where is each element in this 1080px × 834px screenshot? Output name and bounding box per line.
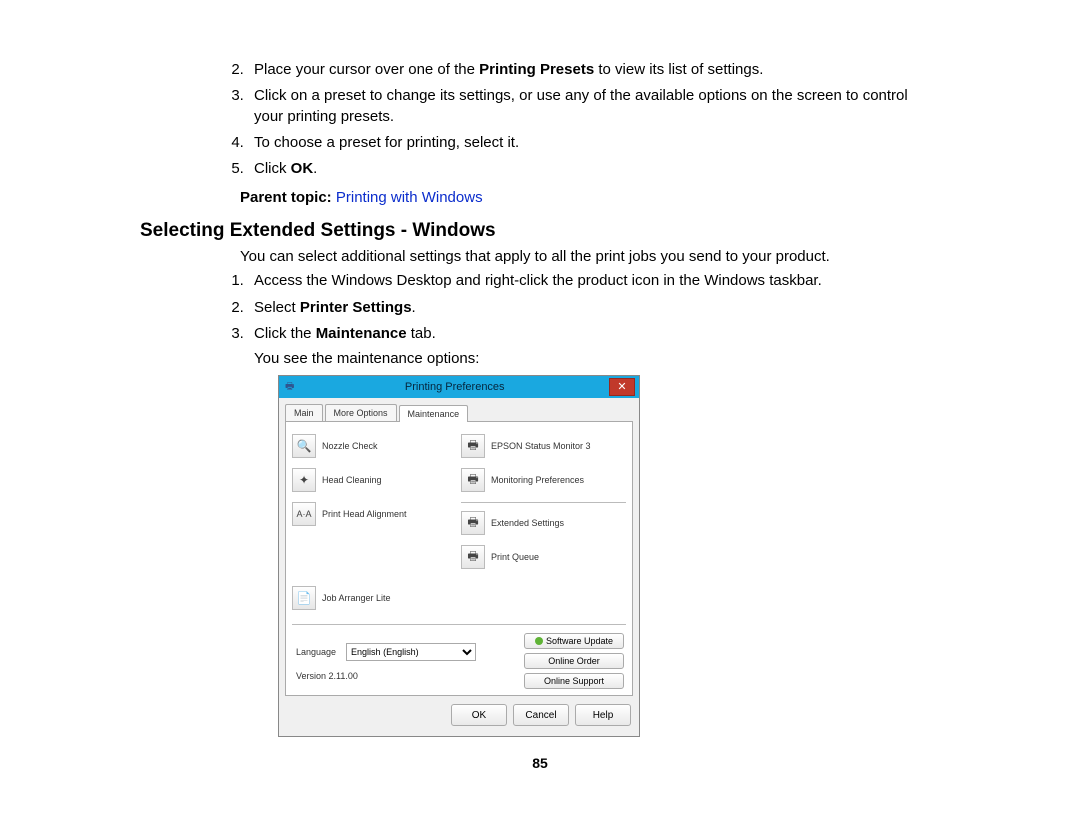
help-button[interactable]: Help xyxy=(575,704,631,726)
job-arranger-lite-button[interactable]: 📄Job Arranger Lite xyxy=(292,586,457,610)
dialog-footer: OK Cancel Help xyxy=(279,696,639,736)
document-icon: 📄 xyxy=(292,586,316,610)
online-support-button[interactable]: Online Support xyxy=(524,673,624,689)
magnifier-icon: 🔍 xyxy=(292,434,316,458)
parent-topic: Parent topic: Printing with Windows xyxy=(240,189,940,206)
tab-row: Main More Options Maintenance xyxy=(279,398,639,421)
parent-topic-link[interactable]: Printing with Windows xyxy=(336,189,483,206)
step-item: Click the Maintenance tab. xyxy=(248,324,940,344)
close-icon[interactable]: ✕ xyxy=(609,378,635,396)
language-select[interactable]: English (English) xyxy=(346,643,476,661)
dialog-titlebar: 🖶 Printing Preferences ✕ xyxy=(279,376,639,398)
printer-icon: 🖶 xyxy=(461,511,485,535)
tab-body: 🔍Nozzle Check ✦Head Cleaning A·APrint He… xyxy=(285,421,633,696)
sparkle-icon: ✦ xyxy=(292,468,316,492)
parent-topic-label: Parent topic: xyxy=(240,189,336,206)
print-queue-button[interactable]: 🖶Print Queue xyxy=(461,545,626,569)
app-icon: 🖶 xyxy=(285,379,294,396)
second-ordered-list: Access the Windows Desktop and right-cli… xyxy=(140,271,940,344)
printer-icon: 🖶 xyxy=(461,468,485,492)
step-item: Access the Windows Desktop and right-cli… xyxy=(248,271,940,291)
tab-maintenance[interactable]: Maintenance xyxy=(399,405,469,422)
printer-icon: 🖶 xyxy=(461,434,485,458)
step-item: Place your cursor over one of the Printi… xyxy=(248,60,940,80)
step-item: Click on a preset to change its settings… xyxy=(248,86,940,127)
tab-more-options[interactable]: More Options xyxy=(325,404,397,421)
extended-settings-button[interactable]: 🖶Extended Settings xyxy=(461,511,626,535)
dialog-title: Printing Preferences xyxy=(300,381,609,393)
printer-icon: 🖶 xyxy=(461,545,485,569)
divider xyxy=(292,624,626,625)
printing-preferences-dialog: 🖶 Printing Preferences ✕ Main More Optio… xyxy=(278,375,640,737)
software-update-button[interactable]: Software Update xyxy=(524,633,624,649)
step-item: Click OK. xyxy=(248,159,940,179)
update-icon xyxy=(535,637,543,645)
divider xyxy=(461,502,626,503)
first-ordered-list: Place your cursor over one of the Printi… xyxy=(140,60,940,179)
step-item: Select Printer Settings. xyxy=(248,298,940,318)
ok-button[interactable]: OK xyxy=(451,704,507,726)
monitoring-preferences-button[interactable]: 🖶Monitoring Preferences xyxy=(461,468,626,492)
nozzle-check-button[interactable]: 🔍Nozzle Check xyxy=(292,434,457,458)
status-monitor-button[interactable]: 🖶EPSON Status Monitor 3 xyxy=(461,434,626,458)
subline-text: You see the maintenance options: xyxy=(254,350,940,367)
tab-main[interactable]: Main xyxy=(285,404,323,421)
section-heading: Selecting Extended Settings - Windows xyxy=(140,220,940,242)
intro-text: You can select additional settings that … xyxy=(240,248,940,265)
version-text: Version 2.11.00 xyxy=(296,671,524,681)
alignment-icon: A·A xyxy=(292,502,316,526)
online-order-button[interactable]: Online Order xyxy=(524,653,624,669)
language-label: Language xyxy=(296,647,336,657)
step-item: To choose a preset for printing, select … xyxy=(248,133,940,153)
cancel-button[interactable]: Cancel xyxy=(513,704,569,726)
right-column: 🖶EPSON Status Monitor 3 🖶Monitoring Pref… xyxy=(461,430,626,620)
page-number: 85 xyxy=(140,755,940,771)
left-column: 🔍Nozzle Check ✦Head Cleaning A·APrint He… xyxy=(292,430,457,620)
head-cleaning-button[interactable]: ✦Head Cleaning xyxy=(292,468,457,492)
print-head-alignment-button[interactable]: A·APrint Head Alignment xyxy=(292,502,457,526)
